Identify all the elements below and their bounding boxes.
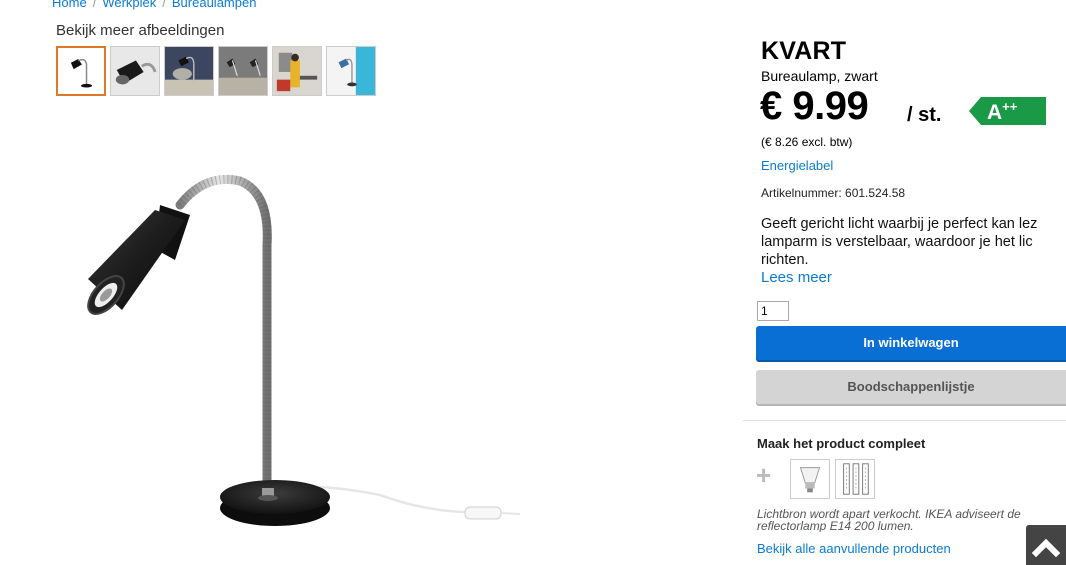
breadcrumb-werkplek[interactable]: Werkplek (102, 0, 156, 10)
breadcrumb-home[interactable]: Home (52, 0, 87, 10)
price-excl-vat: (€ 8.26 excl. btw) (761, 135, 853, 149)
thumbnail-1[interactable] (56, 46, 106, 96)
description-line: richten. (761, 252, 809, 268)
read-more-link[interactable]: Lees meer (761, 269, 832, 286)
thumbnail-6[interactable] (326, 46, 376, 96)
thumbnail-4[interactable] (218, 46, 268, 96)
product-image (87, 174, 521, 526)
breadcrumb-separator: / (162, 0, 166, 10)
shopping-list-button[interactable]: Boodschappenlijstje (756, 370, 1066, 404)
accessory-bulb[interactable] (790, 459, 830, 499)
cable-icon (843, 463, 869, 495)
thumbnail-3[interactable] (164, 46, 214, 96)
thumbnail-strip (56, 46, 376, 96)
scroll-to-top-button[interactable] (1026, 525, 1066, 565)
add-to-cart-button[interactable]: In winkelwagen (756, 326, 1066, 360)
light-bulb-icon (799, 467, 821, 493)
note-line: reflectorlamp E14 200 lumen. (757, 519, 914, 532)
chevron-up-icon (1031, 538, 1061, 558)
breadcrumb-bureaulampen[interactable]: Bureaulampen (172, 0, 257, 10)
quantity-input[interactable] (757, 301, 789, 321)
thumbnail-2[interactable] (110, 46, 160, 96)
complete-product-title: Maak het product compleet (757, 436, 926, 451)
more-images-label: Bekijk meer afbeeldingen (56, 22, 225, 39)
article-number: Artikelnummer: 601.524.58 (761, 186, 906, 200)
light-source-note: Lichtbron wordt apart verkocht. IKEA adv… (757, 508, 1066, 532)
accessory-cable[interactable] (835, 459, 875, 499)
product-description: Geeft gericht licht waarbij je perfect k… (761, 215, 1066, 269)
energy-arrow-icon: A++ (969, 97, 1046, 125)
plus-icon: + (756, 460, 772, 490)
energy-class-badge[interactable]: A++ (969, 97, 1046, 125)
product-name: KVART (761, 37, 847, 65)
breadcrumb: Home / Werkplek / Bureaulampen (52, 0, 256, 10)
description-line: Geeft gericht licht waarbij je perfect k… (761, 216, 1038, 232)
product-subtitle: Bureaulamp, zwart (761, 68, 878, 84)
product-price: € 9.99 (760, 84, 869, 128)
section-divider (743, 420, 1066, 421)
description-line: lamparm is verstelbaar, waardoor je het … (761, 234, 1033, 250)
thumbnail-5[interactable] (272, 46, 322, 96)
energy-label-link[interactable]: Energielabel (761, 158, 833, 173)
all-accessories-link[interactable]: Bekijk alle aanvullende producten (757, 541, 951, 556)
breadcrumb-separator: / (92, 0, 97, 10)
price-unit: / st. (907, 104, 942, 126)
